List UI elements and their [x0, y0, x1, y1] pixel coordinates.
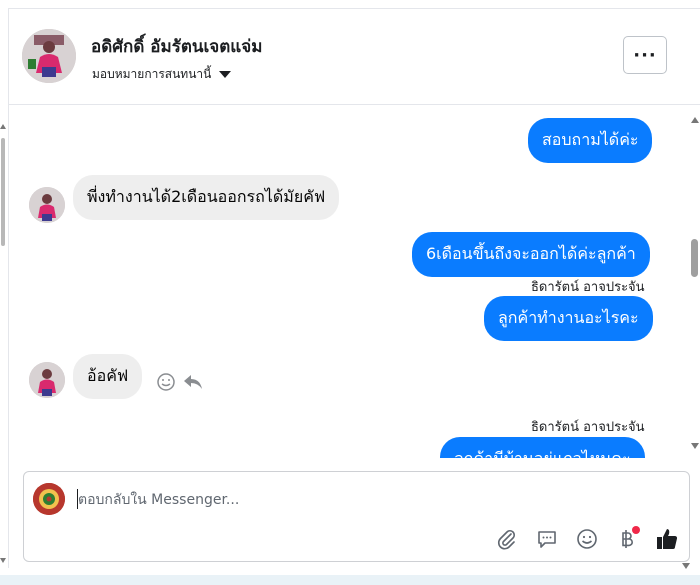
- contact-name[interactable]: อดิศักดิ์ อัมรัตนเจตแจ่ม: [91, 33, 262, 60]
- caret-down-icon: [219, 71, 232, 78]
- thread-scrollbar[interactable]: [689, 109, 700, 459]
- message-bubble-outgoing[interactable]: ลูกค้าทำงานอะไรคะ: [484, 296, 653, 341]
- thread-scroll-thumb[interactable]: [691, 239, 698, 277]
- message-bubble-outgoing[interactable]: ลูกค้ามีบ้านอยู่แถวไหนคะ: [440, 437, 645, 458]
- contact-avatar-small[interactable]: [29, 187, 65, 223]
- assign-conversation-dropdown[interactable]: มอบหมายการสนทนานี้: [92, 65, 232, 84]
- reply-arrow-icon[interactable]: [182, 372, 204, 396]
- reply-composer: [23, 471, 690, 562]
- messenger-window: อดิศักดิ์ อัมรัตนเจตแจ่ม มอบหมายการสนทนา…: [0, 0, 700, 585]
- contact-avatar[interactable]: [22, 29, 76, 83]
- scroll-down-icon[interactable]: [691, 443, 699, 449]
- more-horizontal-icon: ···: [633, 44, 657, 66]
- paperclip-icon: [496, 528, 518, 554]
- contact-avatar-small[interactable]: [29, 362, 65, 398]
- conversation-header: อดิศักดิ์ อัมรัตนเจตแจ่ม มอบหมายการสนทนา…: [9, 9, 700, 105]
- outer-scroll-down-icon[interactable]: [0, 558, 6, 563]
- message-bubble-outgoing[interactable]: สอบถามได้ค่ะ: [528, 118, 653, 163]
- emoji-button[interactable]: [574, 528, 600, 554]
- notification-dot: [632, 526, 640, 534]
- more-options-button[interactable]: ···: [623, 36, 667, 74]
- composer-scroll-down-icon[interactable]: [682, 563, 690, 569]
- outer-scrollbar[interactable]: [0, 118, 7, 578]
- like-button[interactable]: [654, 528, 680, 554]
- scroll-up-icon[interactable]: [691, 117, 699, 123]
- reply-input[interactable]: [78, 489, 498, 511]
- composer-toolbar: [494, 526, 680, 556]
- payment-button[interactable]: [614, 526, 640, 554]
- message-bubble-outgoing[interactable]: 6เดือนขึ้นถึงจะออกได้ค่ะลูกค้า: [412, 232, 650, 277]
- message-bubble-incoming[interactable]: พี่งทำงานได้2เดือนออกรถได้มัยคัฟ: [73, 175, 340, 220]
- thumbs-up-icon: [655, 527, 679, 555]
- chat-bubble-icon: [536, 528, 558, 554]
- saved-replies-button[interactable]: [534, 528, 560, 554]
- sender-name: ธิดารัตน์ อาจประจัน: [531, 280, 645, 295]
- message-bubble-incoming[interactable]: อ้อคัฟ: [73, 354, 143, 399]
- page-avatar: [33, 483, 65, 515]
- message-thread: สอบถามได้ค่ะ พี่งทำงานได้2เดือนออกรถได้ม…: [9, 106, 700, 458]
- attach-button[interactable]: [494, 528, 520, 554]
- bottom-bar: [0, 575, 700, 585]
- outer-scroll-thumb[interactable]: [1, 138, 5, 246]
- smile-icon: [576, 528, 598, 554]
- outer-scroll-up-icon[interactable]: [0, 124, 6, 129]
- assign-label: มอบหมายการสนทนานี้: [92, 67, 212, 81]
- sender-name: ธิดารัตน์ อาจประจัน: [531, 420, 645, 435]
- smile-icon[interactable]: [156, 372, 176, 396]
- message-actions: [156, 372, 204, 396]
- conversation-pane: อดิศักดิ์ อัมรัตนเจตแจ่ม มอบหมายการสนทนา…: [8, 8, 700, 568]
